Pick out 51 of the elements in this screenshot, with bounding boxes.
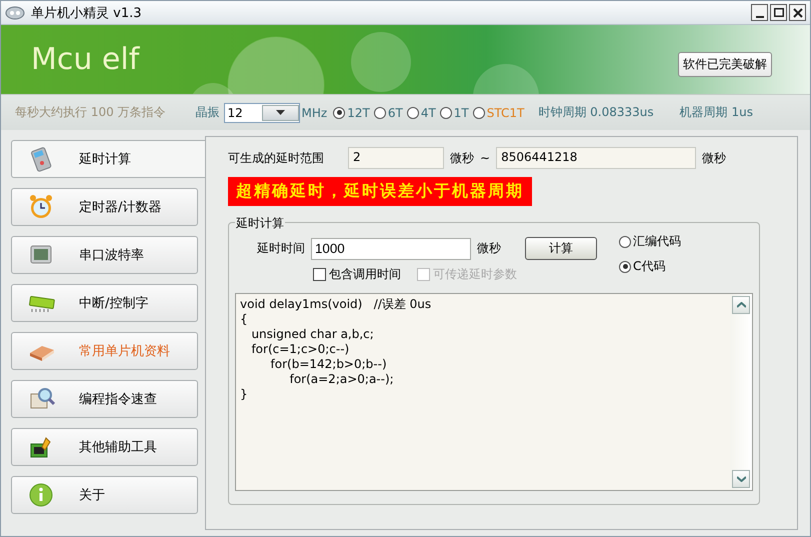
sidebar-tab[interactable]: 关于 <box>11 476 198 514</box>
mode-radio[interactable]: 4T <box>406 106 436 120</box>
maximize-icon <box>774 8 784 17</box>
sidebar-tab[interactable]: 延时计算 <box>11 140 206 178</box>
crystal-label: 晶振 <box>196 104 220 121</box>
maximize-button[interactable] <box>770 4 787 21</box>
close-icon <box>792 8 802 18</box>
caret-icon <box>276 110 285 116</box>
window-title: 单片机小精灵 v1.3 <box>31 4 142 22</box>
alarm-clock-icon <box>28 194 55 220</box>
mode-radio[interactable]: 12T <box>333 106 370 120</box>
delay-input[interactable]: 1000 <box>311 238 471 260</box>
unit-label: 微秒 <box>477 240 501 257</box>
unit-label: MHz <box>302 106 328 120</box>
scroll-down-button[interactable] <box>732 470 750 488</box>
range-label: 可生成的延时范围 <box>228 150 324 166</box>
mode-radio[interactable]: 1T <box>440 106 469 120</box>
checkbox[interactable]: 包含调用时间 <box>313 266 401 283</box>
minimize-icon <box>756 16 764 18</box>
minimize-button[interactable] <box>751 4 768 21</box>
chevron-up-icon <box>736 302 746 308</box>
min-field[interactable]: 2 <box>348 147 444 169</box>
sidebar-tab[interactable]: 其他辅助工具 <box>11 428 198 466</box>
chevron-down-icon <box>736 476 746 482</box>
unit-label: 微秒 <box>450 150 474 166</box>
logo-text: Mcu elf <box>31 42 141 77</box>
app-icon <box>5 4 25 20</box>
code-output: void delay1ms(void) //误差 0us { unsigned char a,b,c; for(c=1;c>0;c--) for(b=142;b>0;b--) for(a=2;a>0;a--); } <box>239 296 432 403</box>
sidebar-tab[interactable]: 定时器/计数器 <box>11 188 198 226</box>
group-title: 延时计算 <box>235 215 285 232</box>
calculate-button[interactable]: 计算 <box>525 237 597 260</box>
crack-button[interactable]: 软件已完美破解 <box>678 52 772 77</box>
tilde-text: ~ <box>480 151 490 165</box>
info-icon <box>28 482 55 508</box>
sidebar-tab[interactable]: 中断/控制字 <box>11 284 198 322</box>
code-type-radio[interactable]: 汇编代码 <box>619 233 681 250</box>
clock-period-text: 时钟周期 0.08333us <box>538 104 654 121</box>
unit-label: 微秒 <box>702 150 726 166</box>
max-field[interactable]: 8506441218 <box>496 147 696 169</box>
scroll-up-button[interactable] <box>732 296 750 314</box>
mode-radio[interactable]: 6T <box>374 106 403 120</box>
close-button[interactable] <box>789 4 806 21</box>
sidebar-tab[interactable]: 编程指令速查 <box>11 380 198 418</box>
sidebar-tab[interactable]: 串口波特率 <box>11 236 198 274</box>
crystal-dropdown[interactable]: 12 <box>224 102 300 122</box>
code-type-radio[interactable]: C代码 <box>619 258 681 275</box>
scrollbar[interactable] <box>730 294 752 490</box>
slogan-banner: 超精确延时，延时误差小于机器周期 <box>228 177 532 206</box>
delay-label: 延时时间 <box>257 240 305 257</box>
speed-text: 每秒大约执行 100 万条指令 <box>15 104 166 121</box>
machine-period-text: 机器周期 1us <box>680 104 753 121</box>
